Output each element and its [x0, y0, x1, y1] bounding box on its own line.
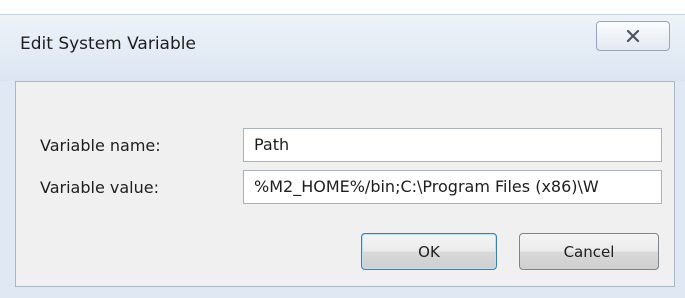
- edit-system-variable-dialog: Edit System Variable Variable name: Path…: [0, 14, 685, 298]
- title-bar: Edit System Variable: [0, 15, 685, 81]
- dialog-body: Variable name: Path Variable value: %M2_…: [15, 81, 675, 287]
- close-button[interactable]: [596, 21, 670, 51]
- variable-name-label: Variable name:: [40, 136, 161, 155]
- variable-name-input[interactable]: Path: [243, 128, 662, 162]
- cancel-button[interactable]: Cancel: [519, 233, 659, 270]
- ok-button[interactable]: OK: [361, 233, 497, 270]
- close-x-icon: [626, 29, 640, 43]
- variable-value-input[interactable]: %M2_HOME%/bin;C:\Program Files (x86)\W: [243, 170, 662, 204]
- dialog-title: Edit System Variable: [20, 34, 196, 54]
- variable-value-label: Variable value:: [40, 178, 159, 197]
